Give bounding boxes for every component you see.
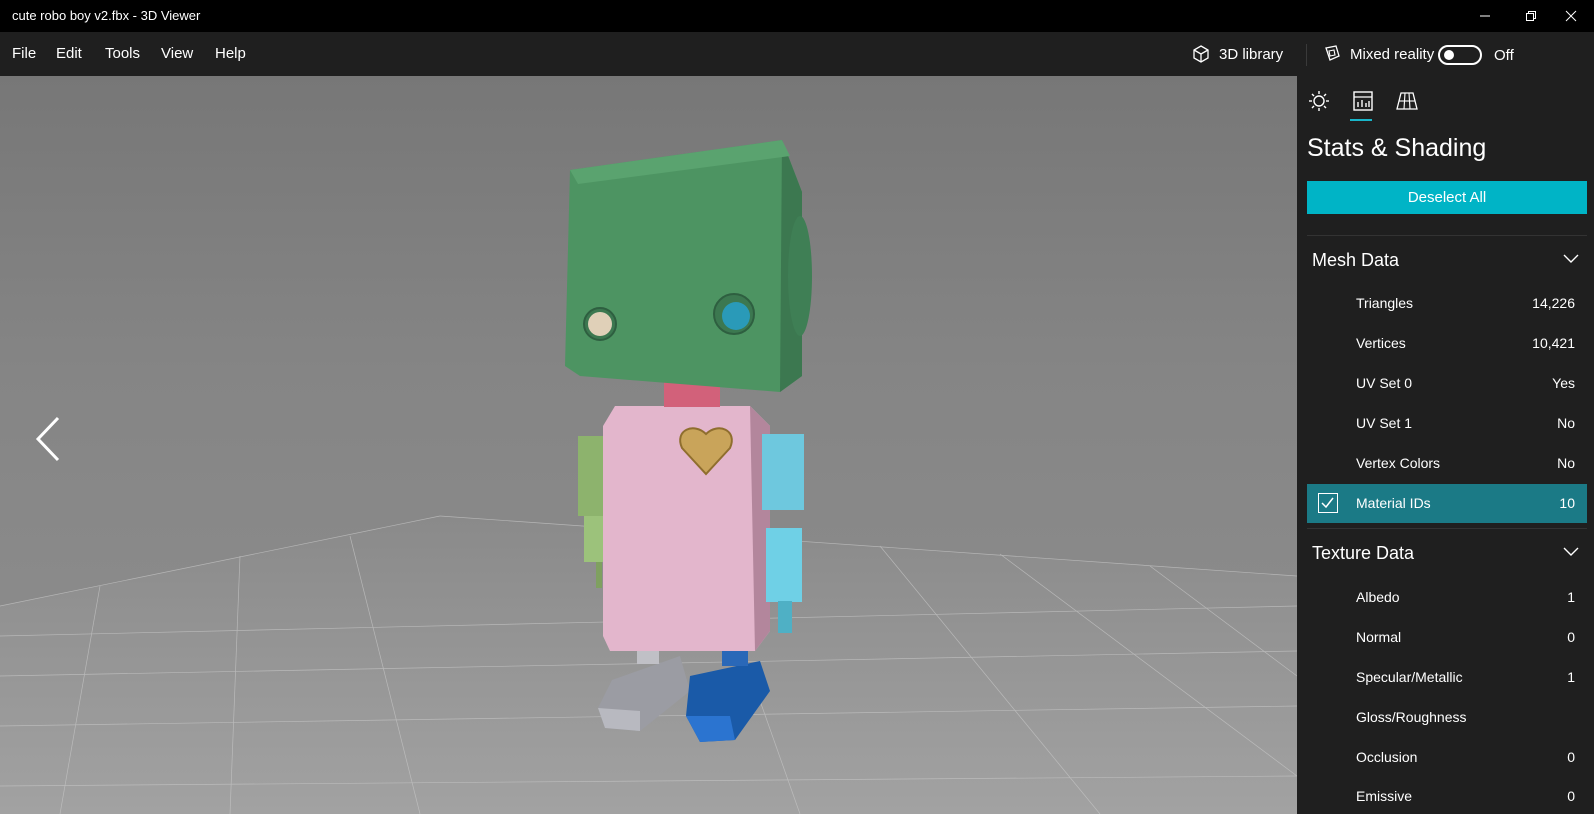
stats-icon xyxy=(1353,91,1373,111)
mixed-reality-label: Mixed reality xyxy=(1350,45,1435,63)
robot-model-scene[interactable] xyxy=(0,76,1297,814)
mesh-data-header[interactable]: Mesh Data xyxy=(1307,235,1587,281)
menu-help[interactable]: Help xyxy=(215,45,246,62)
row-label: Triangles xyxy=(1356,295,1414,311)
mesh-row-uv-set-0[interactable]: UV Set 0 Yes xyxy=(1307,364,1587,403)
row-value: 1 xyxy=(1567,669,1575,685)
mesh-row-uv-set-1[interactable]: UV Set 1 No xyxy=(1307,404,1587,443)
close-button[interactable] xyxy=(1548,0,1594,32)
row-value: 10,421 xyxy=(1532,335,1575,351)
row-value: 14,226 xyxy=(1532,295,1575,311)
mesh-row-vertices[interactable]: Vertices 10,421 xyxy=(1307,324,1587,363)
3d-library-label: 3D library xyxy=(1219,45,1284,63)
robot-body xyxy=(603,379,770,651)
mixed-reality-icon xyxy=(1325,45,1340,61)
robot-left-eye xyxy=(588,312,612,336)
restore-icon xyxy=(1526,11,1536,21)
row-value: No xyxy=(1557,455,1575,471)
row-label: Vertices xyxy=(1356,335,1406,351)
lighting-icon xyxy=(1309,91,1329,111)
mixed-reality-state: Off xyxy=(1494,47,1514,64)
row-value: 1 xyxy=(1567,589,1575,605)
texture-row-gloss-roughness[interactable]: Gloss/Roughness xyxy=(1307,698,1587,737)
row-label: UV Set 1 xyxy=(1356,415,1413,431)
robot-right-eye xyxy=(722,302,750,330)
toolbar-divider xyxy=(1306,44,1307,66)
minimize-icon xyxy=(1480,15,1490,17)
material-ids-checkbox[interactable] xyxy=(1318,493,1338,513)
stats-shading-panel: Stats & Shading Deselect All Mesh Data T… xyxy=(1297,76,1594,814)
chevron-down-icon xyxy=(1563,254,1579,263)
row-label: Gloss/Roughness xyxy=(1356,709,1467,725)
previous-model-arrow-icon[interactable] xyxy=(34,416,64,462)
menu-edit[interactable]: Edit xyxy=(56,45,82,62)
texture-row-emissive[interactable]: Emissive 0 xyxy=(1307,777,1587,814)
active-tab-indicator xyxy=(1350,119,1372,121)
texture-row-specular-metallic[interactable]: Specular/Metallic 1 xyxy=(1307,658,1587,697)
texture-row-occlusion[interactable]: Occlusion 0 xyxy=(1307,738,1587,777)
robot-head xyxy=(565,140,812,392)
row-label: Albedo xyxy=(1356,589,1400,605)
window-title: cute robo boy v2.fbx - 3D Viewer xyxy=(12,8,201,23)
3d-library-button[interactable]: 3D library xyxy=(1191,42,1283,66)
panel-tabs xyxy=(1297,76,1594,126)
row-value: Yes xyxy=(1552,375,1575,391)
texture-data-label: Texture Data xyxy=(1312,543,1415,563)
grid-icon xyxy=(1396,92,1418,110)
mixed-reality-button[interactable]: Mixed reality xyxy=(1322,42,1434,66)
row-value: 10 xyxy=(1559,495,1575,511)
row-label: UV Set 0 xyxy=(1356,375,1413,391)
mesh-row-material-ids[interactable]: Material IDs 10 xyxy=(1307,484,1587,523)
deselect-all-button[interactable]: Deselect All xyxy=(1307,181,1587,214)
row-label: Specular/Metallic xyxy=(1356,669,1463,685)
row-label: Vertex Colors xyxy=(1356,455,1441,471)
row-value: 0 xyxy=(1567,629,1575,645)
minimize-button[interactable] xyxy=(1462,0,1508,32)
row-label: Material IDs xyxy=(1356,495,1431,511)
3d-viewport[interactable] xyxy=(0,76,1297,814)
row-value: 0 xyxy=(1567,749,1575,765)
row-label: Occlusion xyxy=(1356,749,1418,765)
row-label: Normal xyxy=(1356,629,1402,645)
menu-file[interactable]: File xyxy=(12,45,36,62)
chevron-down-icon xyxy=(1563,547,1579,556)
mesh-row-vertex-colors[interactable]: Vertex Colors No xyxy=(1307,444,1587,483)
panel-title: Stats & Shading xyxy=(1307,134,1487,162)
close-icon xyxy=(1565,10,1577,22)
cube-icon xyxy=(1193,45,1209,63)
row-value: No xyxy=(1557,415,1575,431)
stats-tab[interactable] xyxy=(1350,88,1376,114)
mesh-row-triangles[interactable]: Triangles 14,226 xyxy=(1307,284,1587,323)
checkmark-icon xyxy=(1321,497,1334,509)
robot-ear xyxy=(788,216,812,336)
mesh-data-label: Mesh Data xyxy=(1312,250,1400,270)
row-value: 0 xyxy=(1567,788,1575,804)
row-label: Emissive xyxy=(1356,788,1413,804)
texture-data-header[interactable]: Texture Data xyxy=(1307,528,1587,574)
texture-row-normal[interactable]: Normal 0 xyxy=(1307,618,1587,657)
mixed-reality-toggle[interactable] xyxy=(1438,45,1482,65)
grid-tab[interactable] xyxy=(1394,88,1420,114)
toggle-knob xyxy=(1444,50,1454,60)
title-bar: cute robo boy v2.fbx - 3D Viewer xyxy=(0,0,1594,32)
lighting-tab[interactable] xyxy=(1306,88,1332,114)
menu-tools[interactable]: Tools xyxy=(105,45,140,62)
menu-view[interactable]: View xyxy=(161,45,193,62)
texture-row-albedo[interactable]: Albedo 1 xyxy=(1307,578,1587,617)
menu-bar: File Edit Tools View Help 3D library Mix… xyxy=(0,32,1594,76)
